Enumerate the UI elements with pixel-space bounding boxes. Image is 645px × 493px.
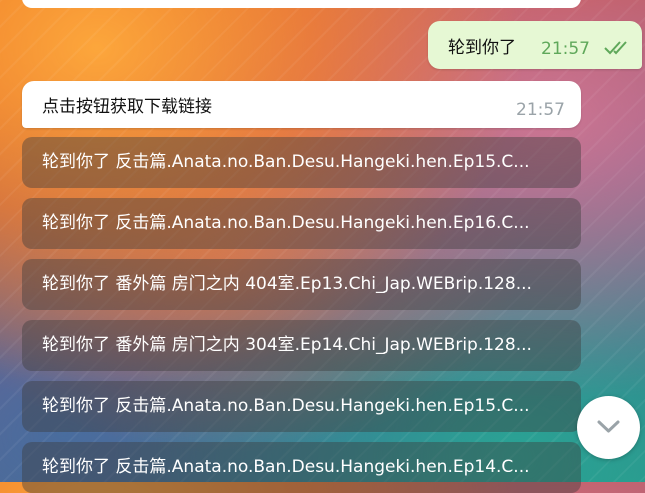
incoming-message: 点击按钮获取下载链接 21:57 bbox=[22, 81, 581, 128]
scroll-to-bottom-button[interactable] bbox=[577, 396, 640, 459]
inline-button-download-4[interactable]: 轮到你了 番外篇 房门之内 304室.Ep14.Chi_Jap.WEBrip.1… bbox=[22, 320, 581, 371]
chevron-down-icon bbox=[597, 420, 620, 433]
previous-message-bubble bbox=[22, 0, 581, 8]
inline-button-download-5[interactable]: 轮到你了 反击篇.Anata.no.Ban.Desu.Hangeki.hen.E… bbox=[22, 381, 581, 432]
incoming-message-text: 点击按钮获取下载链接 bbox=[42, 97, 212, 117]
inline-button-download-2[interactable]: 轮到你了 反击篇.Anata.no.Ban.Desu.Hangeki.hen.E… bbox=[22, 198, 581, 249]
incoming-message-time: 21:57 bbox=[516, 100, 565, 120]
inline-button-download-6[interactable]: 轮到你了 反击篇.Anata.no.Ban.Desu.Hangeki.hen.E… bbox=[22, 442, 581, 493]
inline-button-download-3[interactable]: 轮到你了 番外篇 房门之内 404室.Ep13.Chi_Jap.WEBrip.1… bbox=[22, 259, 581, 310]
inline-button-download-1[interactable]: 轮到你了 反击篇.Anata.no.Ban.Desu.Hangeki.hen.E… bbox=[22, 137, 581, 188]
outgoing-message: 轮到你了 21:57 bbox=[428, 21, 642, 69]
outgoing-message-text: 轮到你了 bbox=[448, 38, 516, 58]
double-check-icon bbox=[604, 41, 627, 55]
outgoing-message-time: 21:57 bbox=[541, 39, 590, 59]
